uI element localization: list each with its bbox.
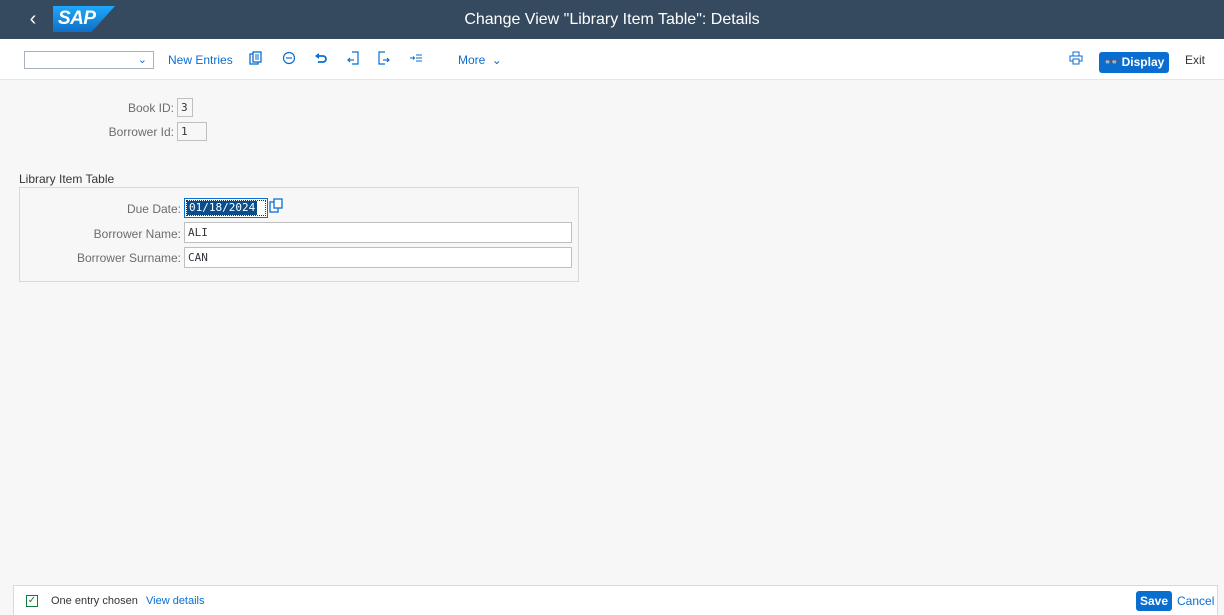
- display-button[interactable]: 👓 Display: [1099, 52, 1169, 73]
- glasses-icon: 👓: [1103, 55, 1119, 69]
- due-date-field[interactable]: 01/18/2024: [184, 198, 268, 218]
- checkmark-icon: ✓: [26, 595, 38, 607]
- borrower-id-label: Borrower Id:: [108, 125, 174, 139]
- next-entry-icon[interactable]: [375, 50, 393, 70]
- borrower-name-label: Borrower Name:: [93, 227, 181, 241]
- application-toolbar: ⌄ New Entries More ⌄ 👓 Display Exit: [0, 39, 1224, 80]
- chevron-down-icon: ⌄: [491, 53, 502, 67]
- section-title: Library Item Table: [19, 172, 115, 186]
- new-entries-button[interactable]: New Entries: [168, 52, 233, 68]
- page-title: Change View "Library Item Table": Detail…: [464, 11, 760, 28]
- borrower-surname-label: Borrower Surname:: [76, 251, 181, 265]
- save-button[interactable]: Save: [1136, 591, 1172, 611]
- due-date-value: 01/18/2024: [187, 201, 258, 215]
- borrower-id-field[interactable]: 1: [177, 122, 207, 141]
- more-menu-button[interactable]: More ⌄: [458, 52, 502, 68]
- borrower-name-field[interactable]: ALI: [184, 222, 572, 243]
- due-date-label: Due Date:: [126, 202, 181, 216]
- borrower-surname-field[interactable]: CAN: [184, 247, 572, 268]
- book-id-label: Book ID:: [127, 101, 174, 115]
- shell-header: ‹ SAP Change View "Library Item Table": …: [0, 0, 1224, 39]
- book-id-field[interactable]: 3: [177, 98, 193, 117]
- select-all-icon[interactable]: [407, 50, 425, 70]
- copy-icon[interactable]: [247, 50, 265, 70]
- command-field[interactable]: ⌄: [24, 51, 154, 69]
- print-icon[interactable]: [1067, 50, 1085, 70]
- exit-button[interactable]: Exit: [1185, 52, 1205, 68]
- status-message: One entry chosen: [51, 595, 138, 607]
- status-footer: ✓ One entry chosen View details Save Can…: [13, 585, 1218, 615]
- cancel-button[interactable]: Cancel: [1177, 593, 1214, 609]
- delete-icon[interactable]: [280, 50, 298, 70]
- chevron-down-icon[interactable]: ⌄: [138, 53, 147, 68]
- previous-entry-icon[interactable]: [344, 50, 362, 70]
- value-help-icon[interactable]: [269, 198, 284, 216]
- display-label: Display: [1121, 55, 1165, 69]
- undo-icon[interactable]: [312, 50, 330, 70]
- more-label: More: [458, 53, 486, 67]
- view-details-link[interactable]: View details: [146, 593, 205, 609]
